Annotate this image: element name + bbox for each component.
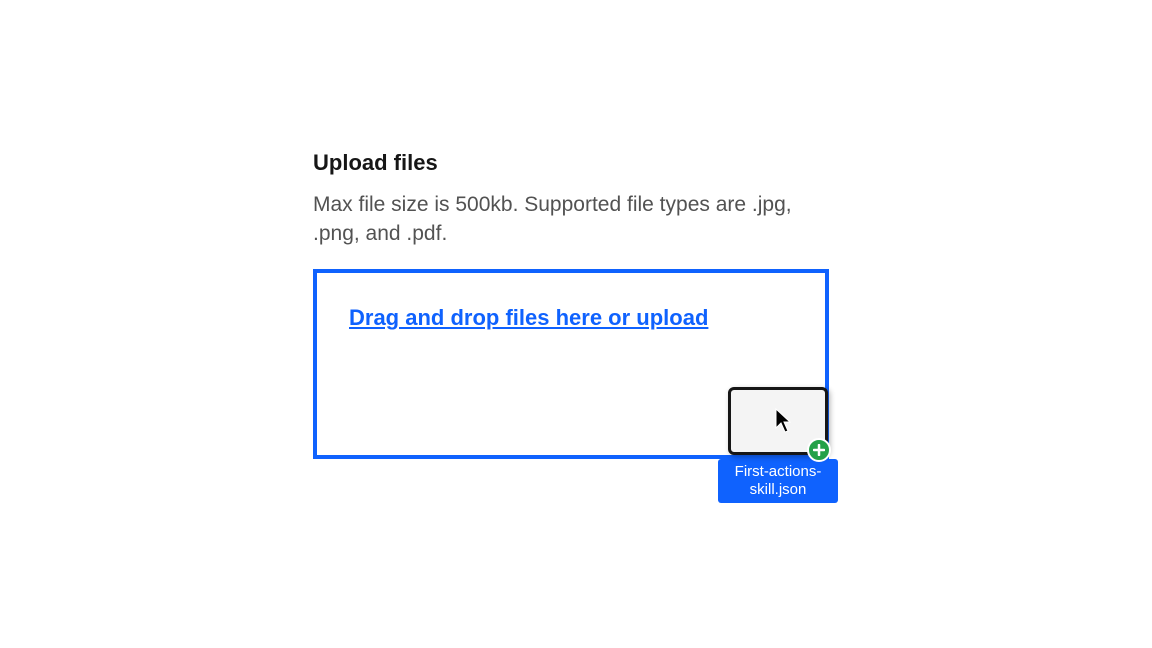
file-icon xyxy=(728,387,828,455)
file-dropzone[interactable]: Drag and drop files here or upload First… xyxy=(313,269,829,459)
upload-widget: Upload files Max file size is 500kb. Sup… xyxy=(313,150,833,459)
plus-add-icon xyxy=(807,438,831,462)
drag-file-preview: First-actions-skill.json xyxy=(718,387,838,503)
drag-file-label: First-actions-skill.json xyxy=(718,459,838,503)
upload-title: Upload files xyxy=(313,150,833,176)
upload-link[interactable]: Drag and drop files here or upload xyxy=(349,303,708,334)
upload-description: Max file size is 500kb. Supported file t… xyxy=(313,190,833,249)
